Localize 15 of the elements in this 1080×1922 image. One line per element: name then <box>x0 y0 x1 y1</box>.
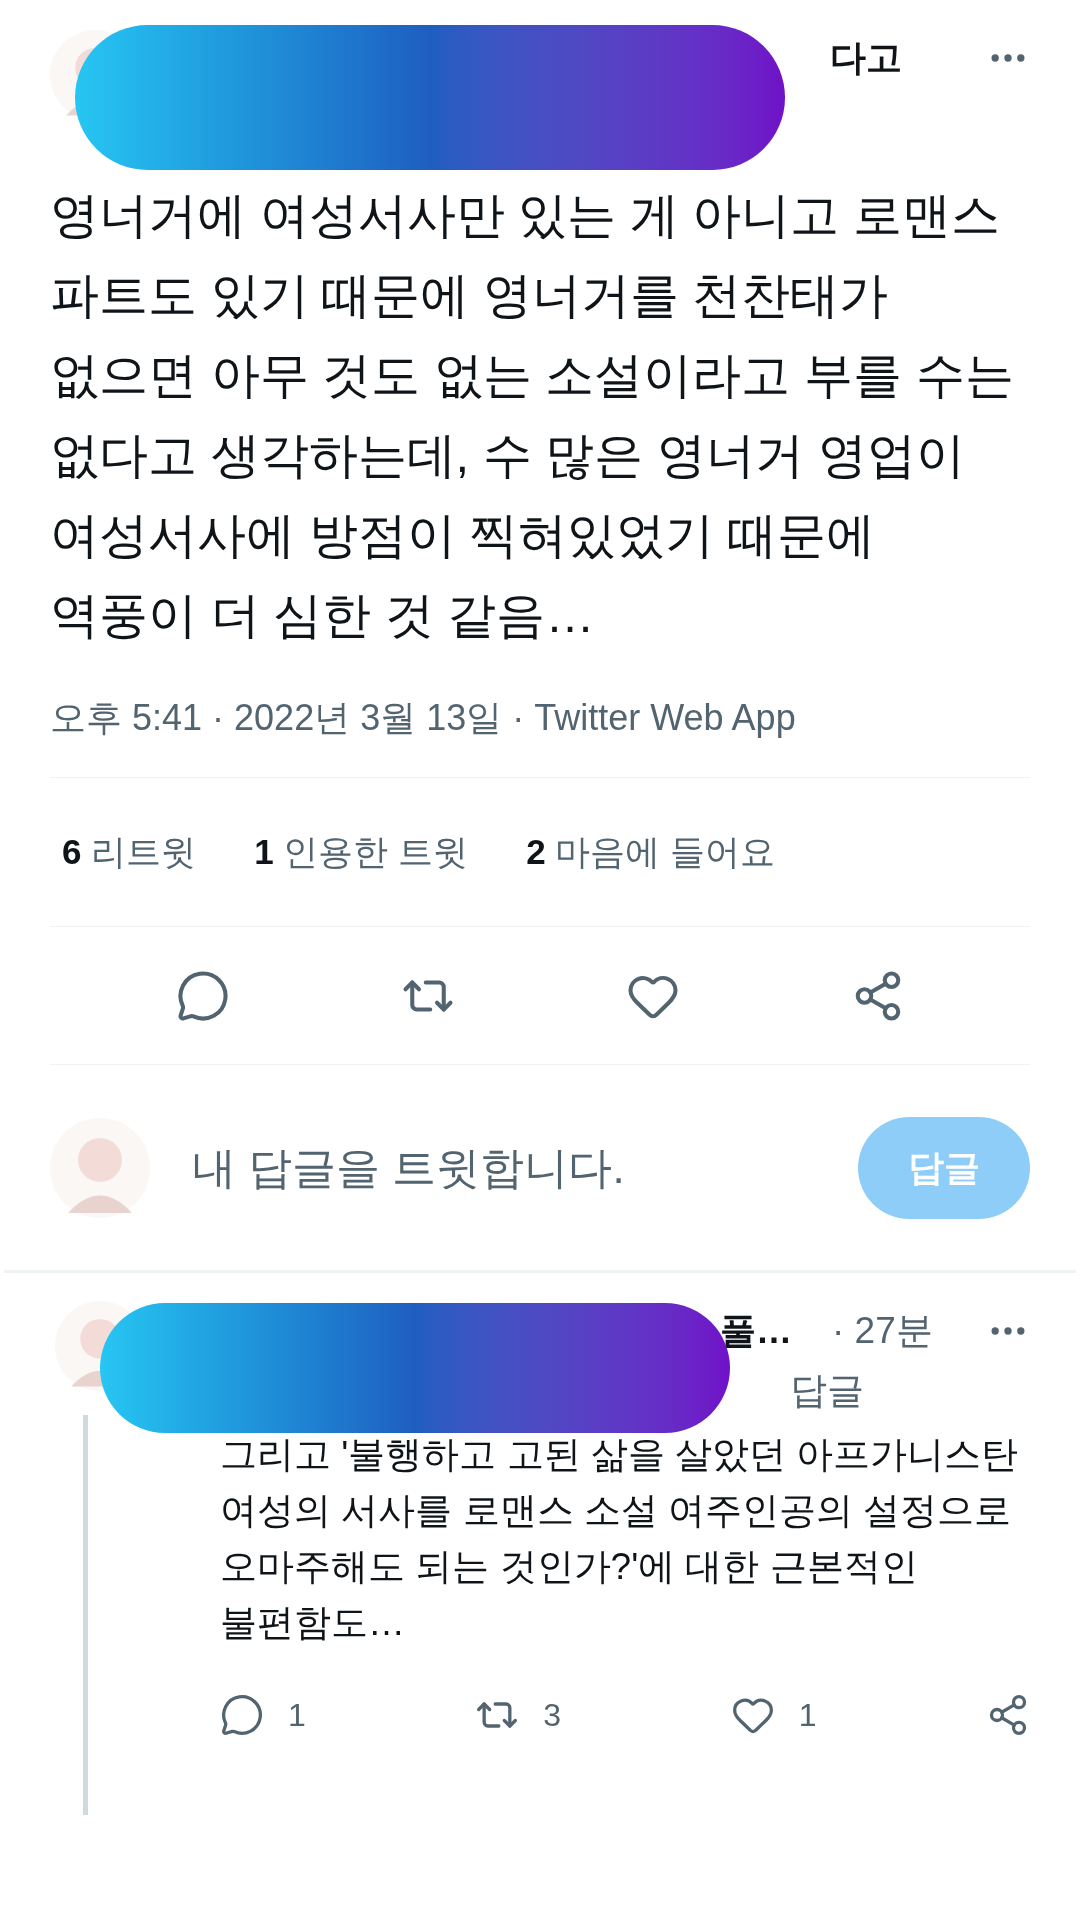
reply-context: 답글 <box>790 1369 864 1414</box>
author-name: 다고 <box>830 36 902 80</box>
tweet-meta: 오후 5:41 · 2022년 3월 13일 · Twitter Web App <box>50 696 797 740</box>
reply-text: 그리고 '불행하고 고된 삶을 살았던 아프가니스탄 여성의 서사를 로맨스 소설 여주인공의 설정으로 오마주해도 되는 것인가?'에 대한 근본적인 불편함도… <box>220 1433 1020 1645</box>
action-count: 1 <box>288 1696 306 1735</box>
reply-time: · 27분 <box>832 1309 933 1354</box>
author-name: 풀… <box>720 1309 792 1353</box>
reply-icon[interactable] <box>220 1693 264 1737</box>
stat-link[interactable]: 1 인용한 트윗 <box>254 825 469 879</box>
action-count: 3 <box>543 1696 562 1735</box>
action-count: 1 <box>798 1696 817 1735</box>
stat-link[interactable]: 6 리트윗 <box>62 825 197 879</box>
stat-link[interactable]: 2 마음에 들어요 <box>526 825 776 879</box>
reply-icon[interactable] <box>175 968 230 1023</box>
tweet-text: 영너거에 여성서사만 있는 게 아니고 로맨스 파트도 있기 때문에 영너거를 천찬태가 없으면 아무 것도 없는 소설이라고 부를 수는 없다고 생각하는데, 수 많은 영너거 영업이 여성서사에 방점이 찍혀있었기 때문에 역풍이 더 심한 것 같음… <box>50 187 1015 644</box>
